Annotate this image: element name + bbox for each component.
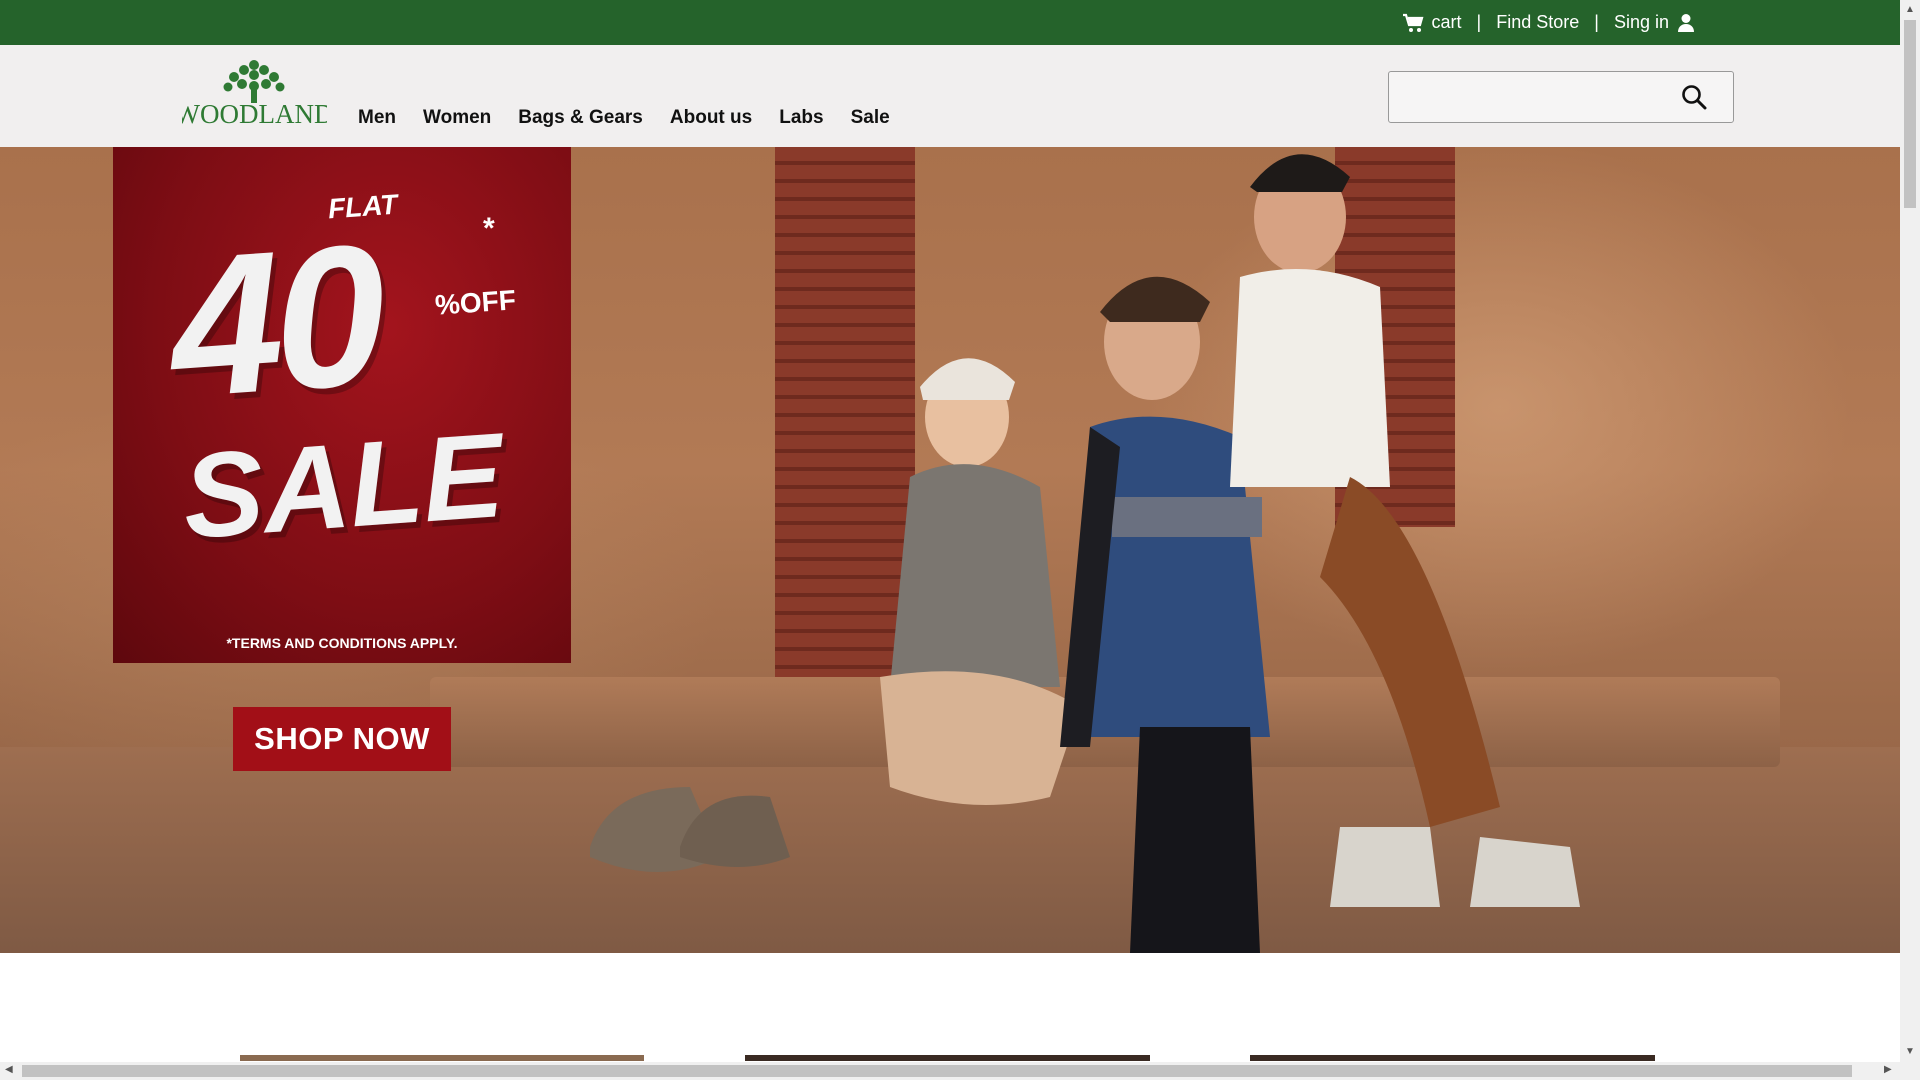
scroll-right-icon[interactable]: ▶ xyxy=(1884,1064,1892,1075)
cart-label: cart xyxy=(1431,12,1462,32)
separator: | xyxy=(1594,12,1599,32)
promo-percent-number: 40 xyxy=(163,203,385,440)
search-input[interactable] xyxy=(1397,80,1667,114)
scroll-up-icon[interactable]: ▲ xyxy=(1905,4,1915,15)
nav-women[interactable]: Women xyxy=(423,107,491,129)
main-nav: Men Women Bags & Gears About us Labs Sal… xyxy=(358,107,890,129)
category-thumbnail[interactable] xyxy=(1250,1055,1655,1061)
vertical-scrollbar[interactable]: ▲ ▼ xyxy=(1900,0,1920,1062)
nav-bags-gears[interactable]: Bags & Gears xyxy=(518,107,643,129)
nav-men[interactable]: Men xyxy=(358,107,396,129)
woodland-logo[interactable]: WOODLAND xyxy=(182,57,327,137)
scroll-down-icon[interactable]: ▼ xyxy=(1905,1046,1915,1057)
horizontal-scroll-thumb[interactable] xyxy=(22,1065,1852,1077)
category-thumbnail[interactable] xyxy=(745,1055,1150,1061)
nav-labs[interactable]: Labs xyxy=(779,107,823,129)
signin-link[interactable]: Sing in xyxy=(1614,12,1695,33)
logo-wordmark: WOODLAND xyxy=(182,99,327,129)
horizontal-scrollbar[interactable]: ◀ ▶ xyxy=(0,1062,1920,1080)
nav-sale[interactable]: Sale xyxy=(851,107,890,129)
promo-terms: *TERMS AND CONDITIONS APPLY. xyxy=(226,635,458,651)
cart-icon xyxy=(1402,13,1423,32)
category-thumbnail[interactable] xyxy=(240,1055,644,1061)
promo-off-text: %OFF xyxy=(433,284,517,321)
vertical-scroll-thumb[interactable] xyxy=(1904,20,1916,208)
shop-now-button[interactable]: SHOP NOW xyxy=(233,707,451,771)
search-icon[interactable] xyxy=(1681,84,1707,110)
promo-sale-text: SALE xyxy=(178,408,508,564)
promo-tile: FLAT 40 * %OFF SALE *TERMS AND CONDITION… xyxy=(113,147,571,663)
scroll-left-icon[interactable]: ◀ xyxy=(5,1064,13,1075)
signin-label: Sing in xyxy=(1613,12,1669,32)
find-store-link[interactable]: Find Store xyxy=(1496,12,1579,33)
promo-asterisk: * xyxy=(483,212,495,245)
hero-banner[interactable]: FLAT 40 * %OFF SALE *TERMS AND CONDITION… xyxy=(0,147,1900,953)
nav-about-us[interactable]: About us xyxy=(670,107,752,129)
separator: | xyxy=(1476,12,1482,32)
site-header: WOODLAND Men Women Bags & Gears About us… xyxy=(0,45,1900,147)
cart-link[interactable]: cart xyxy=(1402,12,1462,33)
user-icon xyxy=(1678,13,1694,32)
top-utility-bar: cart | Find Store | Sing in xyxy=(0,0,1900,45)
search-box xyxy=(1388,71,1734,123)
category-thumbnails-row xyxy=(0,1055,1900,1061)
